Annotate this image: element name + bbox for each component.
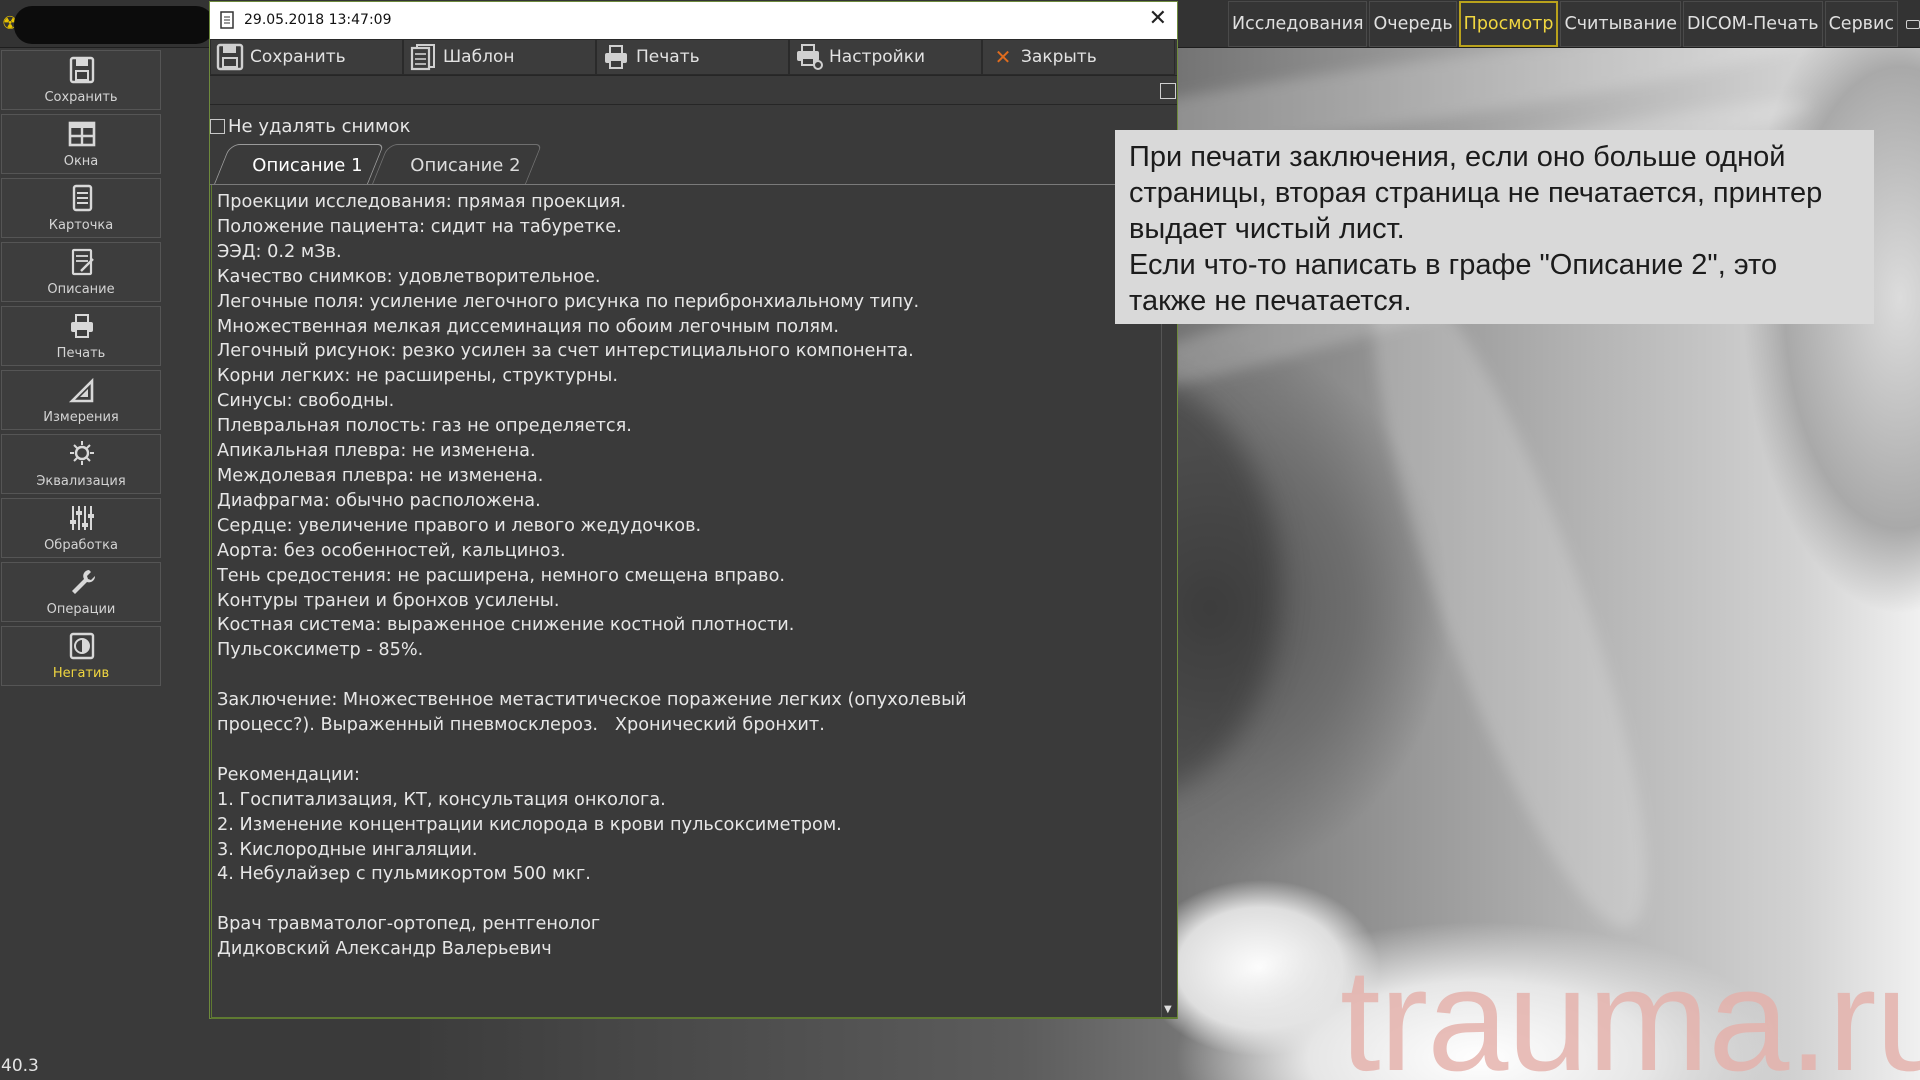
floppy-disk-icon (216, 43, 244, 71)
tool-label: Операции (46, 602, 116, 617)
tool-label: Измерения (43, 410, 119, 425)
ruler-triangle-icon (68, 377, 94, 403)
tool-label: Описание (47, 282, 115, 297)
card-icon (72, 184, 93, 212)
sliders-icon (70, 506, 94, 530)
operations-tool-button[interactable]: Операции (1, 562, 161, 622)
watermark: trauma.ru (1340, 938, 1920, 1080)
keep-image-label: Не удалять снимок (228, 115, 411, 137)
windows-tool-button[interactable]: Окна (1, 114, 161, 174)
floppy-disk-icon (69, 56, 95, 84)
menu-item-service[interactable]: Сервис (1824, 1, 1898, 47)
scroll-down-icon[interactable]: ▼ (1164, 1004, 1172, 1015)
tab-label: Описание 1 (252, 155, 363, 176)
dialog-toolbar: Сохранить Шаблон Печать Настройки ✕ Закр… (210, 39, 1177, 75)
print-button[interactable]: Печать (596, 39, 789, 75)
template-label: Шаблон (443, 47, 515, 67)
wrench-icon (72, 570, 96, 594)
equalization-icon (70, 441, 94, 465)
menu-item-queue[interactable]: Очередь (1369, 1, 1457, 47)
menu-item-view[interactable]: Просмотр (1458, 1, 1559, 47)
settings-button[interactable]: Настройки (789, 39, 982, 75)
counter-indicator: 90 (1905, 1, 1920, 47)
tab-description-1[interactable]: Описание 1 (214, 144, 385, 184)
settings-label: Настройки (829, 47, 926, 67)
left-toolbar: Сохранить Окна Карточка Описание Печать … (0, 48, 163, 690)
card-tool-button[interactable]: Карточка (1, 178, 161, 238)
annotation-note: При печати заключения, если оно больше о… (1115, 130, 1874, 324)
keep-image-option[interactable]: Не удалять снимок (210, 115, 410, 137)
description-tabs: Описание 1 Описание 2 (214, 144, 543, 184)
menu-item-dicom-print[interactable]: DICOM-Печать (1683, 1, 1823, 47)
close-label: Закрыть (1021, 47, 1097, 67)
template-icon (410, 44, 435, 71)
description-dialog: 29.05.2018 13:47:09 ✕ Сохранить Шаблон П… (209, 1, 1178, 1019)
zoom-readout: 40.3 (1, 1056, 39, 1076)
menu-item-studies[interactable]: Исследования (1228, 1, 1368, 47)
document-icon (220, 11, 234, 29)
window-grid-icon (68, 121, 96, 147)
menu-item-reading[interactable]: Считывание (1560, 1, 1682, 47)
redacted-patient-name (14, 6, 214, 44)
print-tool-button[interactable]: Печать (1, 306, 161, 366)
close-icon: ✕ (994, 45, 1012, 69)
report-text[interactable]: Проекции исследования: прямая проекция. … (217, 190, 1157, 962)
negative-icon (69, 632, 95, 660)
tool-label: Печать (56, 346, 106, 361)
print-label: Печать (636, 47, 700, 67)
printer-icon (605, 45, 627, 69)
tool-label: Обработка (44, 538, 118, 553)
report-editor[interactable]: Проекции исследования: прямая проекция. … (211, 185, 1177, 1019)
tool-label: Эквализация (36, 474, 126, 489)
strip-checkbox[interactable] (1160, 83, 1176, 99)
save-label: Сохранить (250, 47, 346, 67)
tab-label: Описание 2 (410, 155, 521, 176)
tool-label: Негатив (52, 666, 110, 681)
printer-icon (71, 314, 93, 338)
processing-tool-button[interactable]: Обработка (1, 498, 161, 558)
battery-icon (1905, 20, 1920, 29)
tool-label: Карточка (48, 218, 114, 233)
tool-label: Окна (63, 154, 99, 169)
dialog-title: 29.05.2018 13:47:09 (244, 12, 392, 28)
close-icon[interactable]: ✕ (1149, 6, 1167, 31)
dialog-title-bar[interactable]: 29.05.2018 13:47:09 ✕ (210, 2, 1177, 39)
keep-image-checkbox[interactable] (210, 118, 225, 134)
close-button[interactable]: ✕ Закрыть (982, 39, 1175, 75)
measurements-tool-button[interactable]: Измерения (1, 370, 161, 430)
main-menu: Исследования Очередь Просмотр Считывание… (1228, 1, 1920, 47)
template-button[interactable]: Шаблон (403, 39, 596, 75)
save-button[interactable]: Сохранить (210, 39, 403, 75)
equalization-tool-button[interactable]: Эквализация (1, 434, 161, 494)
description-icon (71, 248, 94, 276)
printer-settings-icon (797, 44, 823, 70)
save-tool-button[interactable]: Сохранить (1, 50, 161, 110)
tab-description-2[interactable]: Описание 2 (372, 144, 543, 184)
negative-tool-button[interactable]: Негатив (1, 626, 161, 686)
tool-label: Сохранить (44, 90, 118, 105)
description-tool-button[interactable]: Описание (1, 242, 161, 302)
dialog-input-strip[interactable] (210, 75, 1177, 105)
